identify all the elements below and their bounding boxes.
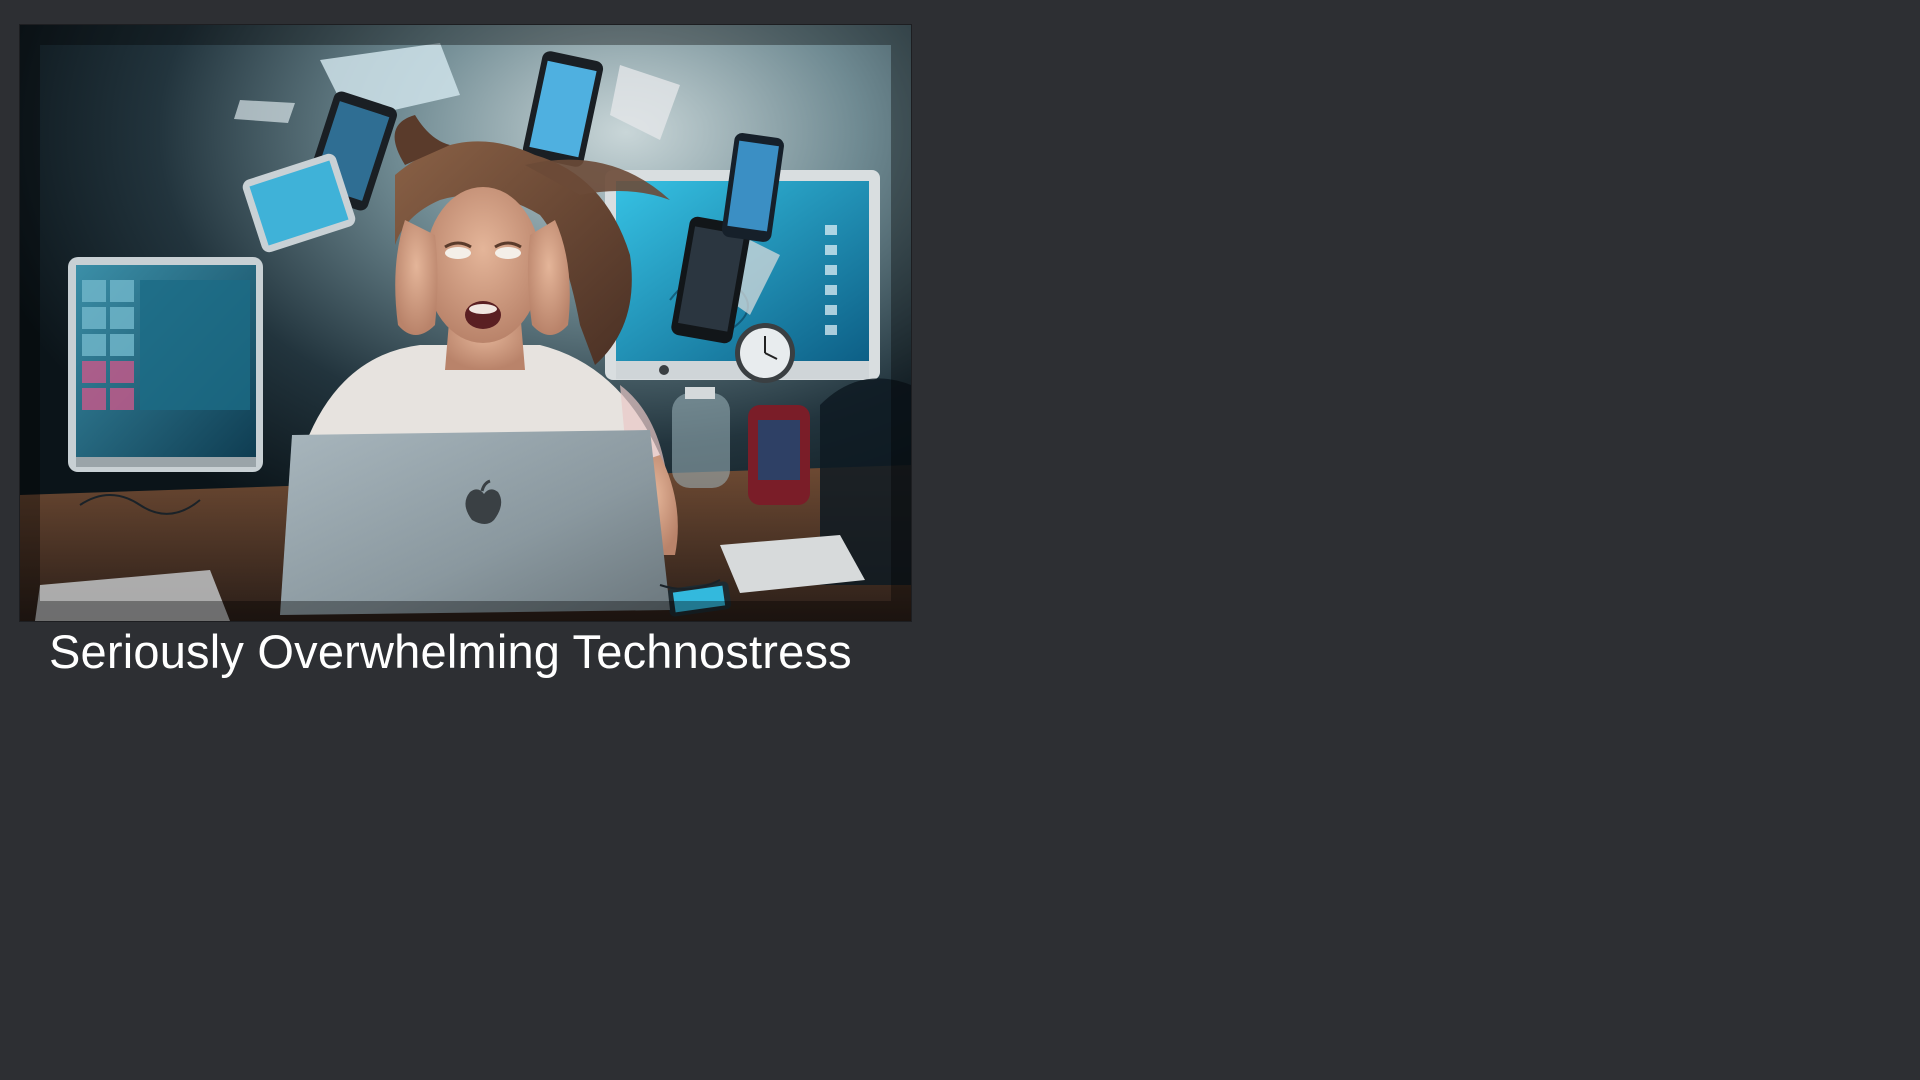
slide-caption: Seriously Overwhelming Technostress bbox=[49, 625, 852, 678]
technostress-photo bbox=[20, 25, 911, 621]
technostress-illustration bbox=[20, 25, 911, 621]
slide-canvas: Seriously Overwhelming Technostress bbox=[0, 0, 1920, 1080]
laptop bbox=[280, 430, 670, 615]
left-monitor bbox=[68, 257, 263, 472]
wall-clock bbox=[735, 323, 795, 383]
